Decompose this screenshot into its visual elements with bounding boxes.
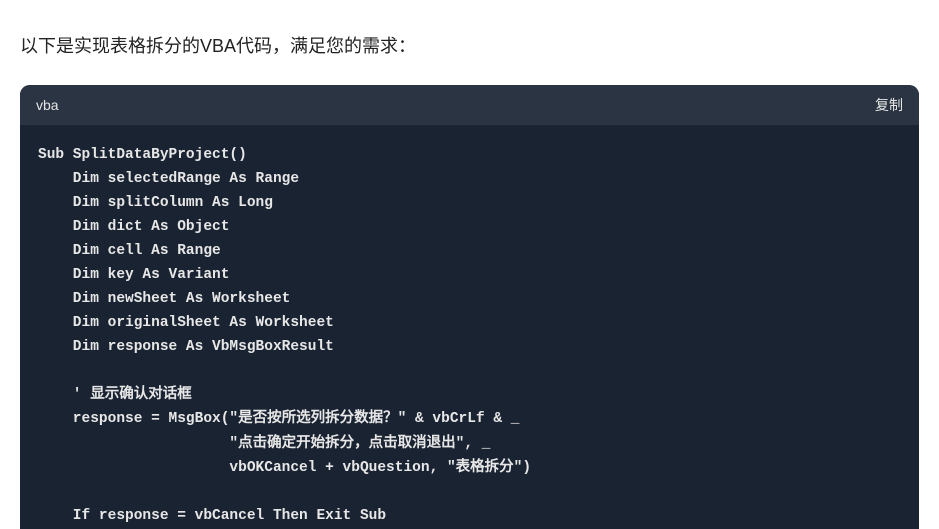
- code-line: Dim newSheet As Worksheet: [38, 291, 290, 307]
- code-line: Dim splitColumn As Long: [38, 195, 273, 211]
- code-block: vba 复制 Sub SplitDataByProject() Dim sele…: [20, 85, 919, 529]
- copy-button[interactable]: 复制: [875, 95, 903, 115]
- code-line: Dim originalSheet As Worksheet: [38, 315, 334, 331]
- code-line: Sub SplitDataByProject(): [38, 147, 247, 163]
- code-line: "点击确定开始拆分，点击取消退出", _: [38, 436, 490, 452]
- code-line: If response = vbCancel Then Exit Sub: [38, 508, 386, 524]
- code-line: ' 显示确认对话框: [38, 387, 192, 403]
- code-block-header: vba 复制: [20, 85, 919, 125]
- code-line: [38, 484, 73, 500]
- code-line: response = MsgBox("是否按所选列拆分数据？" & vbCrLf…: [38, 411, 519, 427]
- code-line: Dim cell As Range: [38, 243, 221, 259]
- page-container: 以下是实现表格拆分的VBA代码，满足您的需求： vba 复制 Sub Split…: [0, 0, 939, 529]
- code-line: [38, 363, 73, 379]
- code-line: Dim dict As Object: [38, 219, 229, 235]
- code-line: Dim key As Variant: [38, 267, 229, 283]
- code-line: Dim selectedRange As Range: [38, 171, 299, 187]
- code-language-label: vba: [36, 97, 59, 113]
- code-body[interactable]: Sub SplitDataByProject() Dim selectedRan…: [20, 125, 919, 529]
- intro-paragraph: 以下是实现表格拆分的VBA代码，满足您的需求：: [20, 0, 919, 85]
- code-line: Dim response As VbMsgBoxResult: [38, 339, 334, 355]
- code-line: vbOKCancel + vbQuestion, "表格拆分"): [38, 460, 531, 476]
